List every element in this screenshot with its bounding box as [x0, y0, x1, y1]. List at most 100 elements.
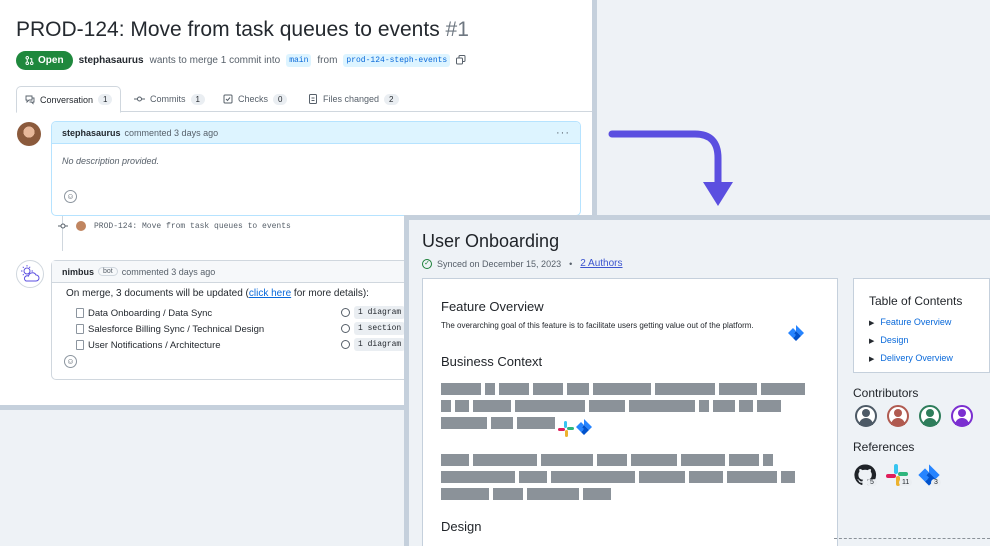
redacted-bar	[729, 454, 759, 466]
separator: •	[569, 258, 573, 269]
kebab-menu-icon[interactable]: ···	[556, 127, 570, 139]
nimbus-avatar[interactable]	[16, 260, 44, 288]
head-branch[interactable]: prod-124-steph-events	[343, 53, 451, 67]
tab-files-changed[interactable]: Files changed 2	[308, 86, 399, 112]
commit-icon	[134, 96, 145, 102]
tab-label: Checks	[238, 94, 269, 104]
toc-item[interactable]: ▶ Design	[869, 335, 908, 345]
avatar[interactable]	[17, 122, 41, 146]
redacted-bar	[781, 471, 795, 483]
reference-slack[interactable]: 11	[885, 463, 913, 491]
reference-count: 5	[867, 479, 877, 486]
redacted-bar	[583, 488, 611, 500]
synced-date: Synced on December 15, 2023	[437, 258, 562, 269]
redacted-bar	[597, 454, 627, 466]
comment-author[interactable]: nimbus	[62, 267, 94, 277]
history-icon	[341, 308, 350, 317]
jira-icon[interactable]	[575, 418, 593, 436]
redacted-bar	[655, 383, 715, 395]
commit-message[interactable]: PROD-124: Move from task queues to event…	[94, 222, 291, 231]
redacted-bar	[699, 400, 709, 412]
redacted-bar	[441, 488, 489, 500]
doc-name[interactable]: Salesforce Billing Sync / Technical Desi…	[88, 324, 264, 335]
tab-commits[interactable]: Commits 1	[134, 86, 205, 112]
add-reaction-icon[interactable]: ☺	[64, 355, 77, 368]
copy-icon[interactable]	[456, 55, 466, 65]
list-item: User Notifications / Architecture 1 diag…	[76, 338, 406, 352]
tab-count: 1	[190, 93, 205, 105]
tab-conversation[interactable]: Conversation 1	[16, 86, 122, 113]
redacted-bar	[441, 417, 487, 429]
check-circle-icon: ✓	[422, 258, 432, 269]
redacted-bar	[567, 383, 589, 395]
jira-icon[interactable]	[787, 324, 805, 342]
pr-number[interactable]: #1	[446, 18, 469, 41]
doc-name[interactable]: User Notifications / Architecture	[88, 340, 221, 351]
comment-body: On merge, 3 documents will be updated (c…	[66, 288, 369, 299]
section-heading: Business Context	[441, 354, 543, 369]
toc-item[interactable]: ▶ Delivery Overview	[869, 353, 953, 363]
divider	[834, 538, 990, 539]
reference-jira[interactable]: 3	[917, 463, 945, 491]
pr-meta: Open stephasaurus wants to merge 1 commi…	[16, 50, 466, 70]
redacted-bar	[441, 400, 451, 412]
redacted-bar	[491, 417, 513, 429]
redacted-bar	[739, 400, 753, 412]
contributor-avatar-icon[interactable]	[887, 405, 909, 427]
tab-count: 1	[98, 94, 113, 105]
add-reaction-icon[interactable]: ☺	[64, 190, 77, 203]
redacted-bar	[541, 454, 593, 466]
nimbus-cloud-icon	[21, 265, 40, 282]
list-item: Data Onboarding / Data Sync 1 diagram	[76, 306, 406, 320]
redacted-bar	[515, 400, 585, 412]
references-heading: References	[853, 440, 915, 454]
doc-title: User Onboarding	[422, 231, 560, 251]
redacted-bar	[441, 454, 469, 466]
tab-checks[interactable]: Checks 0	[223, 86, 288, 112]
toc-item-label: Design	[880, 335, 909, 345]
redacted-bar	[441, 383, 481, 395]
redacted-bar	[761, 383, 805, 395]
redacted-bar	[517, 417, 555, 429]
doc-name[interactable]: Data Onboarding / Data Sync	[88, 308, 212, 319]
triangle-right-icon: ▶	[869, 356, 875, 363]
redacted-bar	[681, 454, 725, 466]
toc-item-label: Delivery Overview	[880, 353, 953, 363]
comment-header: stephasaurus commented 3 days ago ···	[52, 122, 580, 144]
redacted-bar	[527, 488, 579, 500]
slack-icon[interactable]	[557, 420, 575, 438]
redacted-bar	[441, 471, 515, 483]
comment-header: nimbus bot commented 3 days ago	[52, 261, 411, 283]
documentation-panel: User Onboarding ✓ Synced on December 15,…	[404, 215, 990, 546]
comment-text: On merge, 3 documents will be updated (	[66, 288, 249, 299]
toc-item-label: Feature Overview	[880, 317, 952, 327]
pr-author[interactable]: stephasaurus	[79, 55, 144, 66]
base-branch[interactable]: main	[286, 53, 312, 67]
redacted-bar	[631, 454, 677, 466]
redacted-bar	[493, 488, 523, 500]
contributor-avatar-icon[interactable]	[951, 405, 973, 427]
comment-timestamp[interactable]: commented 3 days ago	[122, 267, 216, 277]
redacted-bar	[473, 400, 511, 412]
redacted-bar	[473, 454, 537, 466]
contributor-avatar-icon[interactable]	[855, 405, 877, 427]
comment-timestamp[interactable]: commented 3 days ago	[125, 128, 219, 138]
triangle-right-icon: ▶	[869, 320, 875, 327]
reference-github[interactable]: 5	[853, 463, 881, 491]
bot-comment-card: nimbus bot commented 3 days ago On merge…	[51, 260, 428, 380]
details-link[interactable]: click here	[249, 288, 291, 299]
avatar[interactable]	[76, 221, 86, 231]
contributor-avatar-icon[interactable]	[919, 405, 941, 427]
comment-author[interactable]: stephasaurus	[62, 128, 121, 138]
history-icon	[341, 324, 350, 333]
pr-title: PROD-124: Move from task queues to event…	[16, 18, 469, 42]
status-badge: Open	[16, 50, 73, 70]
redacted-bar	[719, 383, 757, 395]
authors-link[interactable]: 2 Authors	[580, 258, 622, 269]
redacted-bar	[593, 383, 651, 395]
reference-count: 11	[899, 479, 913, 486]
history-icon	[341, 340, 350, 349]
checklist-icon	[223, 94, 233, 104]
redacted-bar	[455, 400, 469, 412]
toc-item[interactable]: ▶ Feature Overview	[869, 317, 951, 327]
